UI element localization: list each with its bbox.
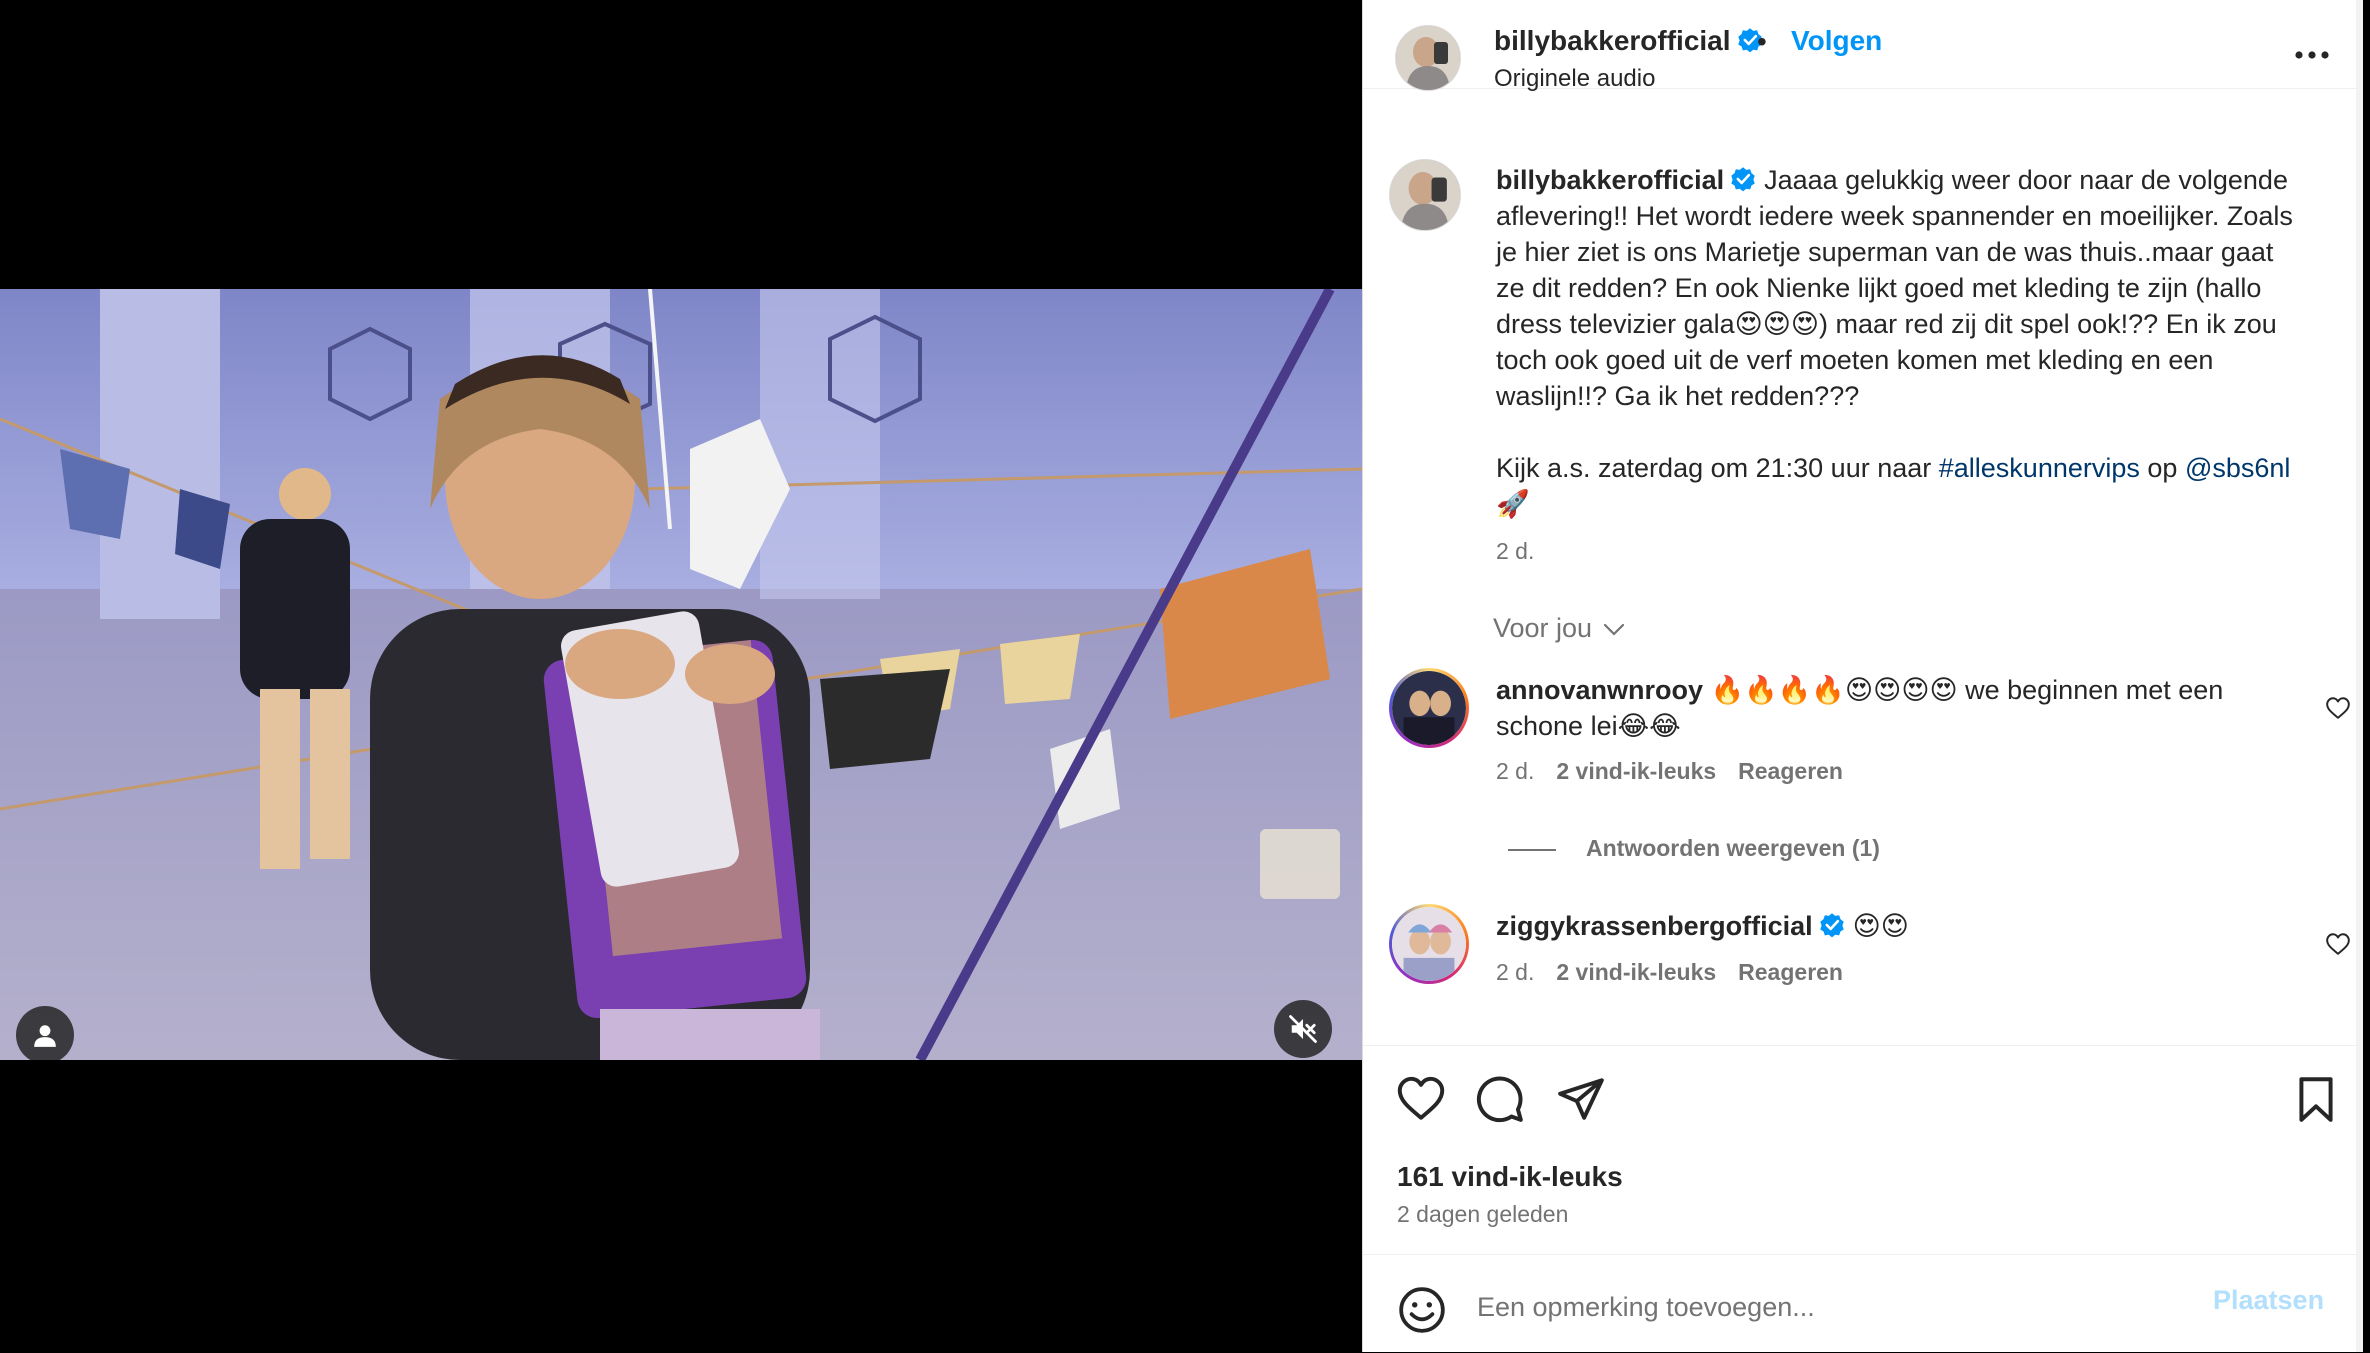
media-area bbox=[0, 0, 1362, 1352]
comment-text: annovanwnrooy 🔥🔥🔥🔥😍😍😍😍 we beginnen met e… bbox=[1496, 672, 2306, 744]
comment-likes[interactable]: 2 vind-ik-leuks bbox=[1556, 758, 1716, 784]
comment-text: ziggykrassenbergofficial 😍😍 bbox=[1496, 908, 2306, 944]
comment-body: 😍😍 bbox=[1852, 911, 1909, 941]
caption-emoji: 🚀 bbox=[1496, 489, 1530, 519]
commenter-avatar-image bbox=[1392, 907, 1466, 981]
caption-op: op bbox=[2147, 453, 2178, 483]
comments-list[interactable]: billybakkerofficial Jaaaa gelukkig weer d… bbox=[1363, 140, 2357, 1045]
commenter-username[interactable]: annovanwnrooy bbox=[1496, 675, 1703, 705]
caption-line2: Kijk a.s. zaterdag om 21:30 uur naar bbox=[1496, 453, 1932, 483]
separator-dot: • bbox=[1757, 26, 1767, 57]
reply-button[interactable]: Reageren bbox=[1738, 758, 1843, 784]
sort-dropdown[interactable]: Voor jou bbox=[1493, 613, 1626, 644]
bookmark-icon[interactable] bbox=[2291, 1074, 2341, 1124]
comment-time[interactable]: 2 d. bbox=[1496, 758, 1534, 784]
view-replies-label: Antwoorden weergeven (1) bbox=[1586, 835, 1880, 861]
commenter-avatar[interactable] bbox=[1389, 904, 1469, 984]
follow-button[interactable]: Volgen bbox=[1791, 25, 1882, 57]
likes-count[interactable]: 161 vind-ik-leuks bbox=[1397, 1161, 1623, 1193]
sort-dropdown-label: Voor jou bbox=[1493, 613, 1593, 643]
instagram-post-viewer: billybakkerofficial • Volgen Originele a… bbox=[0, 0, 2370, 1352]
audio-label[interactable]: Originele audio bbox=[1494, 65, 1655, 93]
comment-likes[interactable]: 2 vind-ik-leuks bbox=[1556, 959, 1716, 985]
caption-timestamp[interactable]: 2 d. bbox=[1496, 538, 1534, 565]
caption-author-avatar[interactable] bbox=[1389, 159, 1461, 231]
share-icon[interactable] bbox=[1556, 1074, 1606, 1124]
mention-link[interactable]: @sbs6nl bbox=[2185, 453, 2290, 483]
video-frame bbox=[0, 289, 1362, 1060]
caption-author-avatar-image bbox=[1390, 160, 1460, 230]
more-options-icon[interactable] bbox=[2287, 40, 2337, 70]
commenter-username[interactable]: ziggykrassenbergofficial bbox=[1496, 911, 1813, 941]
comment-meta: 2 d. 2 vind-ik-leuks Reageren bbox=[1496, 758, 1843, 785]
post-date[interactable]: 2 dagen geleden bbox=[1397, 1201, 1568, 1228]
user-tag-button[interactable] bbox=[16, 1006, 74, 1060]
view-replies-button[interactable]: Antwoorden weergeven (1) bbox=[1508, 835, 1880, 862]
mute-icon bbox=[1289, 1015, 1317, 1043]
commenter-avatar[interactable] bbox=[1389, 668, 1469, 748]
author-avatar-image bbox=[1396, 26, 1460, 90]
verified-badge-icon bbox=[1731, 167, 1755, 192]
author-username-text[interactable]: billybakkerofficial bbox=[1494, 25, 1731, 56]
post-actions: 161 vind-ik-leuks 2 dagen geleden bbox=[1363, 1045, 2357, 1256]
caption-text: billybakkerofficial Jaaaa gelukkig weer d… bbox=[1496, 162, 2306, 522]
heart-icon[interactable] bbox=[1396, 1074, 1446, 1124]
commenter-avatar-image bbox=[1392, 671, 1466, 745]
caption-username[interactable]: billybakkerofficial bbox=[1496, 165, 1724, 195]
hashtag-link[interactable]: #alleskunnervips bbox=[1939, 453, 2140, 483]
comment-meta: 2 d. 2 vind-ik-leuks Reageren bbox=[1496, 959, 1843, 986]
emoji-icon[interactable] bbox=[1397, 1285, 1447, 1335]
heart-icon[interactable] bbox=[2325, 696, 2351, 720]
author-username[interactable]: billybakkerofficial bbox=[1494, 25, 1763, 57]
replies-divider-line bbox=[1508, 848, 1556, 851]
reply-button[interactable]: Reageren bbox=[1738, 959, 1843, 985]
comment-input[interactable] bbox=[1475, 1281, 2229, 1333]
comment-time[interactable]: 2 d. bbox=[1496, 959, 1534, 985]
post-comment-button[interactable]: Plaatsen bbox=[2213, 1285, 2324, 1316]
verified-badge-icon bbox=[1819, 913, 1844, 938]
post-video[interactable] bbox=[0, 289, 1362, 1060]
heart-icon[interactable] bbox=[2325, 932, 2351, 956]
post-header: billybakkerofficial • Volgen Originele a… bbox=[1363, 0, 2357, 92]
mute-button[interactable] bbox=[1274, 1000, 1332, 1058]
scrollbar-track[interactable] bbox=[2356, 0, 2363, 1352]
caption-body: Jaaaa gelukkig weer door naar de volgend… bbox=[1496, 165, 2293, 411]
comment-icon[interactable] bbox=[1475, 1074, 1525, 1124]
chevron-down-icon bbox=[1603, 623, 1625, 636]
author-avatar[interactable] bbox=[1395, 25, 1461, 91]
post-side-panel: billybakkerofficial • Volgen Originele a… bbox=[1362, 0, 2363, 1352]
comment-composer: Plaatsen bbox=[1363, 1254, 2357, 1353]
user-tag-icon bbox=[34, 1025, 56, 1047]
